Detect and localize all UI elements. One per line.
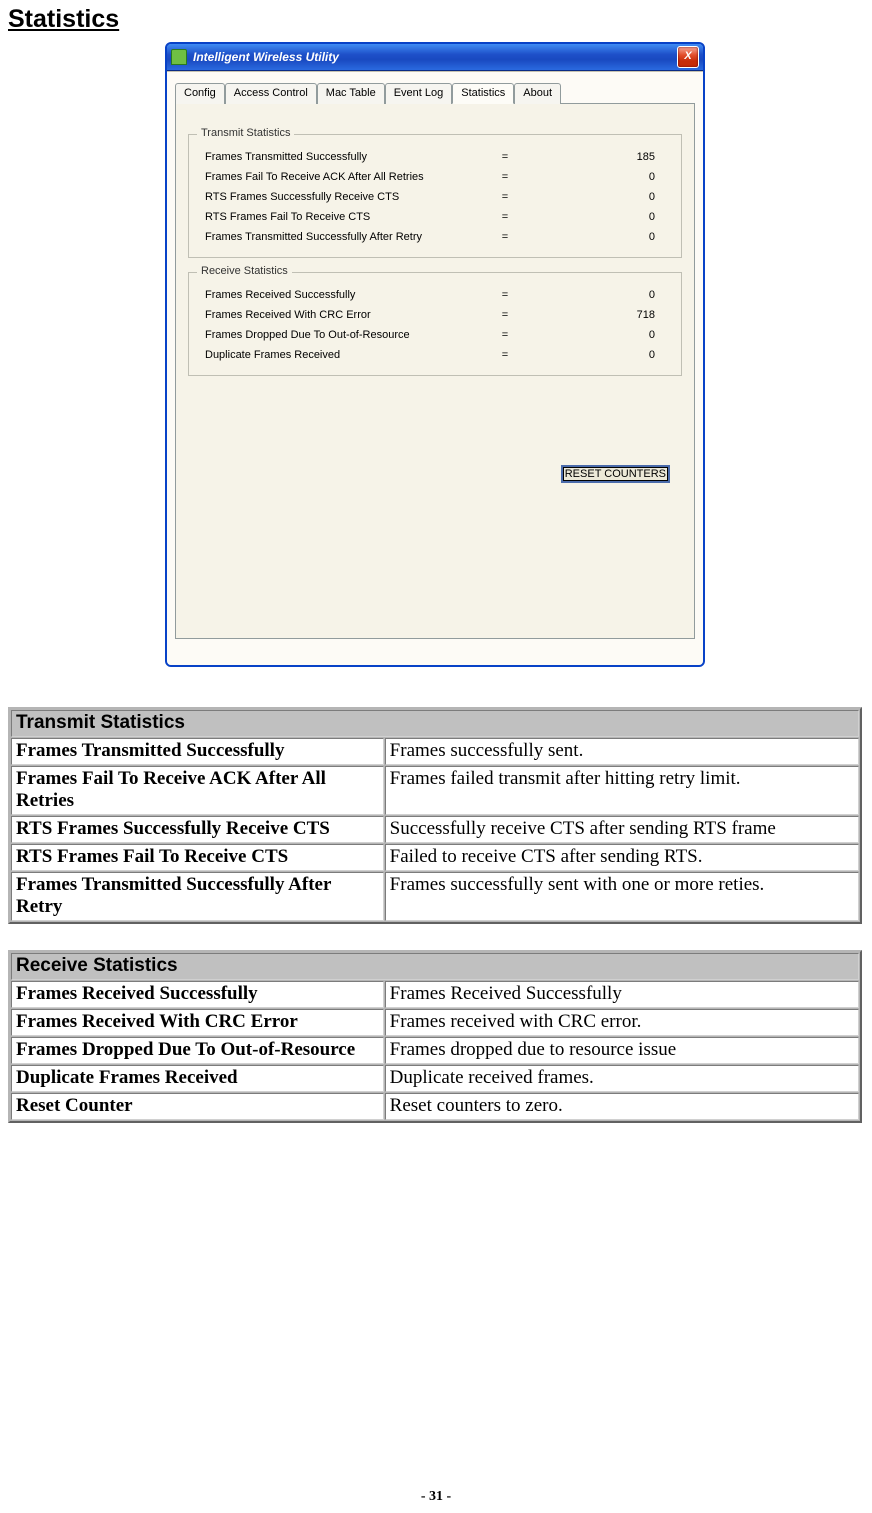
equals-sign: =: [485, 289, 525, 301]
stat-row: RTS Frames Successfully Receive CTS=0: [197, 187, 673, 207]
stat-value: 0: [525, 349, 673, 361]
reset-counters-button[interactable]: RESET COUNTERS: [561, 465, 670, 483]
tab-config[interactable]: Config: [175, 83, 225, 104]
group-transmit-statistics: Transmit Statistics Frames Transmitted S…: [188, 134, 682, 258]
equals-sign: =: [485, 191, 525, 203]
stat-label: Frames Fail To Receive ACK After All Ret…: [205, 171, 485, 183]
stat-value: 0: [525, 329, 673, 341]
desc-cell: Frames failed transmit after hitting ret…: [385, 766, 859, 815]
term-cell: Frames Received With CRC Error: [11, 1009, 384, 1036]
table-header: Transmit Statistics: [11, 710, 859, 737]
stat-label: Duplicate Frames Received: [205, 349, 485, 361]
group-receive-statistics: Receive Statistics Frames Received Succe…: [188, 272, 682, 376]
desc-cell: Frames dropped due to resource issue: [385, 1037, 859, 1064]
term-cell: Frames Transmitted Successfully After Re…: [11, 872, 384, 921]
group-legend: Receive Statistics: [197, 265, 292, 277]
table-row: Frames Transmitted Successfully After Re…: [11, 872, 859, 921]
title-bar: Intelligent Wireless Utility X: [167, 44, 703, 71]
tab-mac-table[interactable]: Mac Table: [317, 83, 385, 104]
desc-cell: Duplicate received frames.: [385, 1065, 859, 1092]
window-title: Intelligent Wireless Utility: [193, 50, 677, 64]
stat-row: Frames Transmitted Successfully=185: [197, 147, 673, 167]
table-row: Reset CounterReset counters to zero.: [11, 1093, 859, 1120]
equals-sign: =: [485, 231, 525, 243]
desc-cell: Frames received with CRC error.: [385, 1009, 859, 1036]
equals-sign: =: [485, 309, 525, 321]
term-cell: Frames Transmitted Successfully: [11, 738, 384, 765]
window-body: ConfigAccess ControlMac TableEvent LogSt…: [167, 71, 703, 665]
stat-value: 0: [525, 231, 673, 243]
table-row: Frames Fail To Receive ACK After All Ret…: [11, 766, 859, 815]
table-row: Frames Received SuccessfullyFrames Recei…: [11, 981, 859, 1008]
table-row: Frames Dropped Due To Out-of-ResourceFra…: [11, 1037, 859, 1064]
table-row: Frames Received With CRC ErrorFrames rec…: [11, 1009, 859, 1036]
term-cell: RTS Frames Fail To Receive CTS: [11, 844, 384, 871]
stat-row: Frames Received With CRC Error=718: [197, 305, 673, 325]
stat-row: Frames Fail To Receive ACK After All Ret…: [197, 167, 673, 187]
stat-row: RTS Frames Fail To Receive CTS=0: [197, 207, 673, 227]
stat-row: Frames Dropped Due To Out-of-Resource=0: [197, 325, 673, 345]
stat-row: Frames Received Successfully=0: [197, 285, 673, 305]
desc-cell: Failed to receive CTS after sending RTS.: [385, 844, 859, 871]
term-cell: Reset Counter: [11, 1093, 384, 1120]
screenshot: Intelligent Wireless Utility X ConfigAcc…: [8, 42, 862, 667]
term-cell: Frames Received Successfully: [11, 981, 384, 1008]
tab-strip: ConfigAccess ControlMac TableEvent LogSt…: [175, 82, 695, 104]
table-transmit-statistics: Transmit Statistics Frames Transmitted S…: [8, 707, 862, 924]
stat-label: Frames Dropped Due To Out-of-Resource: [205, 329, 485, 341]
table-header: Receive Statistics: [11, 953, 859, 980]
close-icon[interactable]: X: [677, 46, 699, 68]
table-row: Duplicate Frames ReceivedDuplicate recei…: [11, 1065, 859, 1092]
tab-about[interactable]: About: [514, 83, 561, 104]
desc-cell: Frames successfully sent.: [385, 738, 859, 765]
stat-row: Duplicate Frames Received=0: [197, 345, 673, 365]
stat-value: 0: [525, 171, 673, 183]
page-number: - 31 -: [0, 1489, 872, 1505]
desc-cell: Frames Received Successfully: [385, 981, 859, 1008]
table-row: RTS Frames Successfully Receive CTSSucce…: [11, 816, 859, 843]
term-cell: Duplicate Frames Received: [11, 1065, 384, 1092]
equals-sign: =: [485, 211, 525, 223]
stat-label: Frames Transmitted Successfully: [205, 151, 485, 163]
table-row: Frames Transmitted SuccessfullyFrames su…: [11, 738, 859, 765]
desc-cell: Frames successfully sent with one or mor…: [385, 872, 859, 921]
stat-value: 718: [525, 309, 673, 321]
table-receive-statistics: Receive Statistics Frames Received Succe…: [8, 950, 862, 1123]
stat-value: 0: [525, 191, 673, 203]
stat-label: Frames Received With CRC Error: [205, 309, 485, 321]
term-cell: Frames Fail To Receive ACK After All Ret…: [11, 766, 384, 815]
equals-sign: =: [485, 349, 525, 361]
tab-pane-statistics: Transmit Statistics Frames Transmitted S…: [175, 104, 695, 639]
term-cell: Frames Dropped Due To Out-of-Resource: [11, 1037, 384, 1064]
stat-row: Frames Transmitted Successfully After Re…: [197, 227, 673, 247]
window: Intelligent Wireless Utility X ConfigAcc…: [165, 42, 705, 667]
app-icon: [171, 49, 187, 65]
group-legend: Transmit Statistics: [197, 127, 294, 139]
table-row: RTS Frames Fail To Receive CTSFailed to …: [11, 844, 859, 871]
tab-statistics[interactable]: Statistics: [452, 83, 514, 104]
page-title: Statistics: [8, 5, 862, 34]
stat-label: Frames Transmitted Successfully After Re…: [205, 231, 485, 243]
tab-event-log[interactable]: Event Log: [385, 83, 453, 104]
stat-value: 0: [525, 211, 673, 223]
equals-sign: =: [485, 171, 525, 183]
term-cell: RTS Frames Successfully Receive CTS: [11, 816, 384, 843]
stat-value: 185: [525, 151, 673, 163]
desc-cell: Successfully receive CTS after sending R…: [385, 816, 859, 843]
equals-sign: =: [485, 329, 525, 341]
stat-label: Frames Received Successfully: [205, 289, 485, 301]
stat-label: RTS Frames Successfully Receive CTS: [205, 191, 485, 203]
equals-sign: =: [485, 151, 525, 163]
stat-value: 0: [525, 289, 673, 301]
stat-label: RTS Frames Fail To Receive CTS: [205, 211, 485, 223]
tab-access-control[interactable]: Access Control: [225, 83, 317, 104]
desc-cell: Reset counters to zero.: [385, 1093, 859, 1120]
